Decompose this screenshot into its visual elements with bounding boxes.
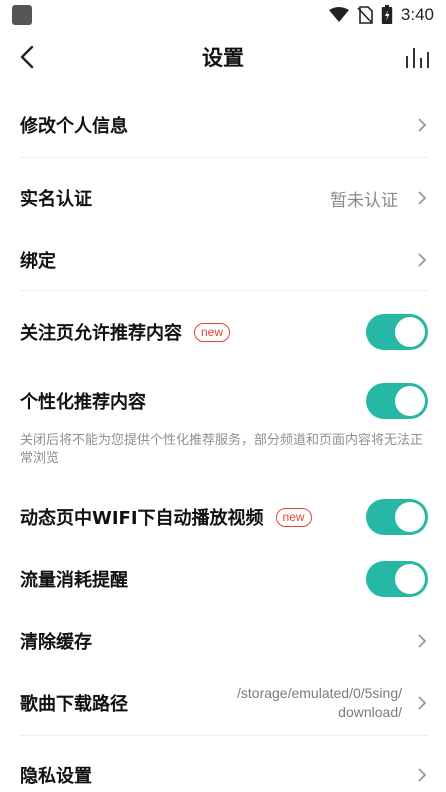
setting-label: 实名认证 bbox=[20, 189, 92, 210]
chevron-right-icon bbox=[418, 768, 427, 782]
setting-edit-profile[interactable]: 修改个人信息 bbox=[20, 108, 428, 142]
setting-label: 清除缓存 bbox=[20, 632, 92, 653]
page-title: 设置 bbox=[202, 46, 244, 70]
toggle-knob bbox=[395, 564, 425, 594]
chevron-right-icon bbox=[418, 118, 427, 132]
divider bbox=[20, 735, 428, 736]
new-badge: new bbox=[194, 322, 231, 342]
setting-label: 隐私设置 bbox=[20, 766, 92, 787]
setting-label: 流量消耗提醒 bbox=[20, 570, 128, 591]
toggle-knob bbox=[395, 386, 425, 416]
real-name-status: 暂未认证 bbox=[330, 190, 398, 211]
status-time: 3:40 bbox=[400, 5, 434, 24]
toggle-knob bbox=[395, 502, 425, 532]
download-path-line: download/ bbox=[338, 704, 402, 720]
status-bar: 3:40 bbox=[0, 0, 446, 32]
header: 设置 bbox=[0, 32, 446, 84]
download-path-line: /storage/emulated/0/5sing/ bbox=[237, 685, 402, 701]
download-path-value: /storage/emulated/0/5sing/ download/ bbox=[237, 684, 402, 722]
setting-label: 修改个人信息 bbox=[20, 116, 128, 137]
notification-icon bbox=[12, 5, 32, 25]
personalized-toggle[interactable] bbox=[366, 383, 428, 419]
setting-label: 歌曲下载路径 bbox=[20, 694, 128, 715]
autoplay-wifi-toggle[interactable] bbox=[366, 499, 428, 535]
chevron-right-icon bbox=[418, 696, 427, 710]
setting-clear-cache[interactable]: 清除缓存 bbox=[20, 624, 428, 658]
setting-label: 个性化推荐内容 bbox=[20, 392, 146, 413]
setting-autoplay-wifi: 动态页中WIFI下自动播放视频 new bbox=[20, 498, 428, 536]
setting-data-alert: 流量消耗提醒 bbox=[20, 560, 428, 598]
setting-privacy[interactable]: 隐私设置 bbox=[20, 758, 428, 792]
data-alert-toggle[interactable] bbox=[366, 561, 428, 597]
wifi-icon bbox=[328, 7, 349, 22]
chevron-right-icon bbox=[418, 634, 427, 648]
setting-download-path[interactable]: 歌曲下载路径 /storage/emulated/0/5sing/ downlo… bbox=[20, 682, 428, 724]
battery-icon bbox=[381, 5, 393, 24]
chevron-right-icon bbox=[418, 253, 427, 267]
setting-follow-recommend: 关注页允许推荐内容 new bbox=[20, 313, 428, 351]
chevron-right-icon bbox=[418, 191, 427, 205]
setting-label: 动态页中WIFI下自动播放视频 bbox=[20, 508, 264, 529]
setting-label: 关注页允许推荐内容 bbox=[20, 323, 182, 344]
toggle-knob bbox=[395, 317, 425, 347]
setting-bind[interactable]: 绑定 bbox=[20, 243, 428, 277]
setting-real-name[interactable]: 实名认证 暂未认证 bbox=[20, 181, 428, 215]
setting-personalized: 个性化推荐内容 bbox=[20, 382, 428, 420]
follow-recommend-toggle[interactable] bbox=[366, 314, 428, 350]
divider bbox=[20, 290, 428, 291]
no-sim-icon bbox=[357, 6, 373, 24]
divider bbox=[20, 157, 428, 158]
stats-icon[interactable] bbox=[404, 46, 432, 70]
personalized-note: 关闭后将不能为您提供个性化推荐服务，部分频道和页面内容将无法正常浏览 bbox=[20, 433, 424, 466]
status-icons: 3:40 bbox=[328, 4, 434, 26]
new-badge: new bbox=[275, 507, 312, 527]
setting-label: 绑定 bbox=[20, 251, 56, 272]
